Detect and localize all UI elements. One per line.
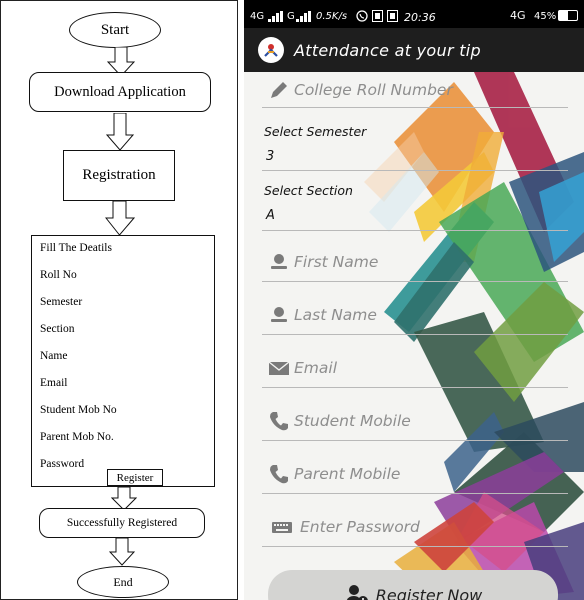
first-name-field[interactable]: First Name	[262, 242, 568, 282]
password-field[interactable]: Enter Password	[262, 507, 568, 547]
notification-icon	[372, 10, 383, 22]
details-item: Name	[40, 350, 68, 362]
details-title: Fill The Deatils	[40, 242, 112, 254]
parent-mobile-field[interactable]: Parent Mobile	[262, 454, 568, 494]
clock: 20:36	[404, 11, 436, 24]
password-placeholder: Enter Password	[300, 517, 420, 536]
details-item: Student Mob No	[40, 404, 117, 416]
registration-flowchart: Start Download Application Registration …	[0, 0, 238, 600]
network-type-right: 4G	[510, 9, 526, 22]
app-logo-icon	[264, 44, 278, 57]
details-item: Semester	[40, 296, 83, 308]
email-field[interactable]: Email	[262, 348, 568, 388]
download-application-node: Download Application	[29, 72, 211, 112]
g-label: G	[287, 11, 295, 22]
arrow-down-icon	[109, 538, 135, 566]
notification-icon	[387, 10, 398, 22]
semester-underline	[262, 170, 568, 171]
college-roll-number-field[interactable]: College Roll Number	[262, 72, 568, 108]
end-node: End	[77, 566, 169, 598]
email-placeholder: Email	[294, 358, 338, 377]
register-now-label: Register Now	[375, 585, 483, 600]
registration-node: Registration	[63, 150, 175, 201]
last-name-placeholder: Last Name	[294, 305, 377, 324]
start-label: Start	[100, 21, 130, 38]
whatsapp-icon	[356, 10, 368, 22]
signal-icon	[296, 11, 311, 22]
start-node: Start	[69, 12, 161, 48]
parent-mobile-placeholder: Parent Mobile	[294, 464, 401, 483]
select-section-value[interactable]: A	[266, 208, 275, 223]
envelope-icon	[268, 360, 290, 375]
details-item: Roll No	[40, 269, 77, 281]
select-semester-value[interactable]: 3	[266, 149, 274, 164]
section-underline	[262, 230, 568, 231]
first-name-placeholder: First Name	[294, 252, 379, 271]
success-label: Successfully Registered	[66, 517, 178, 529]
details-item: Password	[40, 458, 85, 470]
arrow-down-icon	[105, 201, 135, 236]
arrow-down-icon	[106, 113, 134, 151]
data-speed: 0.5K/s	[316, 11, 348, 22]
app-bar: Attendance at your tip	[244, 28, 584, 72]
details-item: Email	[40, 377, 68, 389]
register-label: Register	[116, 471, 154, 484]
phone-screen: 4G G 0.5K/s 20:36 4G 45% Attendance at y…	[244, 0, 584, 600]
battery-icon	[558, 10, 578, 21]
keyboard-icon	[272, 521, 292, 533]
details-node: Fill The Deatils Roll No Semester Sectio…	[31, 235, 215, 487]
select-semester-label: Select Semester	[264, 124, 367, 139]
app-title: Attendance at your tip	[294, 40, 482, 60]
phone-icon	[270, 464, 288, 483]
user-icon	[271, 306, 287, 322]
phone-icon	[270, 411, 288, 430]
pencil-icon	[271, 81, 287, 98]
end-label: End	[113, 574, 133, 589]
details-item: Parent Mob No.	[40, 431, 114, 443]
student-mobile-field[interactable]: Student Mobile	[262, 401, 568, 441]
register-now-button[interactable]: Register Now	[268, 570, 558, 600]
select-section-label: Select Section	[264, 183, 353, 198]
registration-form: College Roll Number Select Semester 3 Se…	[244, 72, 584, 600]
register-node: Register	[107, 469, 163, 486]
download-label: Download Application	[54, 83, 186, 100]
add-user-icon	[346, 585, 368, 600]
details-item: Section	[40, 323, 75, 335]
success-node: Successfully Registered	[39, 508, 205, 538]
signal-icon	[268, 11, 283, 22]
last-name-field[interactable]: Last Name	[262, 295, 568, 335]
registration-label: Registration	[82, 167, 156, 183]
student-mobile-placeholder: Student Mobile	[294, 411, 411, 430]
battery-percent: 45%	[534, 11, 557, 22]
network-type-left: 4G	[250, 11, 265, 22]
user-icon	[271, 253, 287, 269]
college-roll-number-placeholder: College Roll Number	[294, 80, 453, 99]
app-logo	[258, 37, 284, 63]
